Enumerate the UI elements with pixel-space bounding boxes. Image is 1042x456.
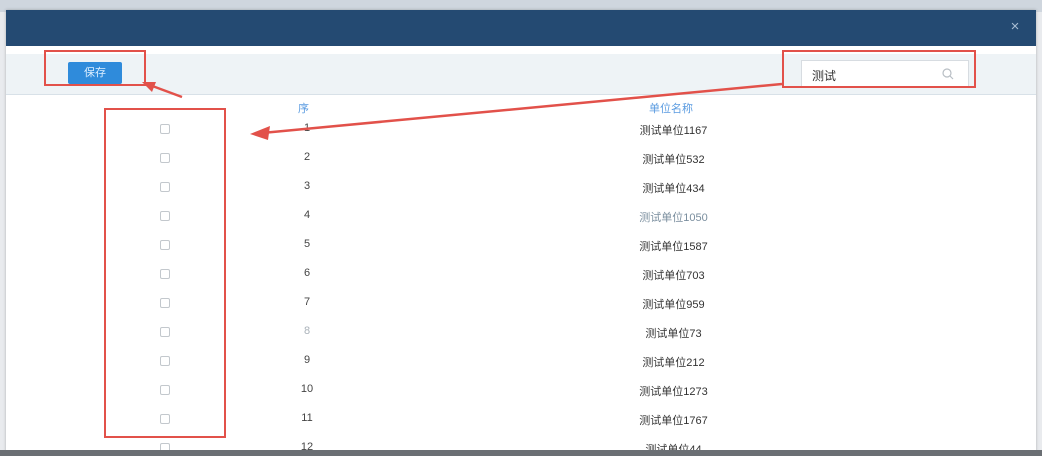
row-index: 1 bbox=[303, 122, 311, 134]
row-index: 2 bbox=[303, 151, 311, 163]
row-checkbox[interactable] bbox=[160, 327, 170, 337]
dialog-titlebar: × bbox=[6, 10, 1036, 46]
row-unit-name: 测试单位73 bbox=[645, 328, 702, 340]
screen: × 保存 序 单位名称 1 测试单位1167 bbox=[0, 0, 1042, 456]
table-row[interactable]: 2 测试单位532 bbox=[6, 145, 1036, 173]
row-checkbox[interactable] bbox=[160, 153, 170, 163]
row-checkbox[interactable] bbox=[160, 414, 170, 424]
close-icon[interactable]: × bbox=[1008, 19, 1022, 34]
search-input[interactable] bbox=[810, 65, 944, 85]
row-checkbox[interactable] bbox=[160, 124, 170, 134]
row-unit-name: 测试单位532 bbox=[642, 154, 705, 166]
unit-select-dialog: × 保存 序 单位名称 1 测试单位1167 bbox=[6, 10, 1036, 456]
column-header-index: 序 bbox=[298, 103, 309, 115]
row-checkbox[interactable] bbox=[160, 385, 170, 395]
row-index: 5 bbox=[303, 238, 311, 250]
table-row[interactable]: 1 测试单位1167 bbox=[6, 116, 1036, 144]
search-icon[interactable] bbox=[942, 68, 954, 80]
row-checkbox[interactable] bbox=[160, 240, 170, 250]
table-row[interactable]: 10 测试单位1273 bbox=[6, 377, 1036, 405]
row-checkbox[interactable] bbox=[160, 298, 170, 308]
row-unit-name: 测试单位1767 bbox=[639, 415, 708, 427]
row-checkbox[interactable] bbox=[160, 211, 170, 221]
row-unit-name: 测试单位434 bbox=[642, 183, 705, 195]
row-unit-name: 测试单位212 bbox=[642, 357, 705, 369]
row-index: 9 bbox=[303, 354, 311, 366]
row-index: 6 bbox=[303, 267, 311, 279]
table-row[interactable]: 9 测试单位212 bbox=[6, 348, 1036, 376]
row-index: 10 bbox=[300, 383, 314, 395]
save-button[interactable]: 保存 bbox=[68, 62, 122, 84]
row-index: 3 bbox=[303, 180, 311, 192]
search-box[interactable] bbox=[801, 60, 969, 88]
table-row[interactable]: 4 测试单位1050 bbox=[6, 203, 1036, 231]
table-row[interactable]: 11 测试单位1767 bbox=[6, 406, 1036, 434]
dialog-toolbar: 保存 bbox=[6, 54, 1036, 95]
bottom-edge-bar bbox=[0, 450, 1042, 456]
row-unit-name: 测试单位959 bbox=[642, 299, 705, 311]
row-checkbox[interactable] bbox=[160, 182, 170, 192]
row-index: 11 bbox=[301, 412, 313, 424]
row-unit-name: 测试单位1273 bbox=[639, 386, 708, 398]
table-row[interactable]: 6 测试单位703 bbox=[6, 261, 1036, 289]
column-header-name: 单位名称 bbox=[649, 103, 693, 115]
row-index: 4 bbox=[303, 209, 311, 221]
row-index: 8 bbox=[303, 325, 311, 337]
row-unit-name: 测试单位1050 bbox=[639, 212, 708, 224]
row-checkbox[interactable] bbox=[160, 356, 170, 366]
table-row[interactable]: 8 测试单位73 bbox=[6, 319, 1036, 347]
row-unit-name: 测试单位1587 bbox=[639, 241, 708, 253]
row-unit-name: 测试单位1167 bbox=[639, 125, 708, 137]
table-row[interactable]: 7 测试单位959 bbox=[6, 290, 1036, 318]
row-checkbox[interactable] bbox=[160, 269, 170, 279]
row-unit-name: 测试单位703 bbox=[642, 270, 705, 282]
row-index: 7 bbox=[303, 296, 311, 308]
table-row[interactable]: 3 测试单位434 bbox=[6, 174, 1036, 202]
table-row[interactable]: 5 测试单位1587 bbox=[6, 232, 1036, 260]
